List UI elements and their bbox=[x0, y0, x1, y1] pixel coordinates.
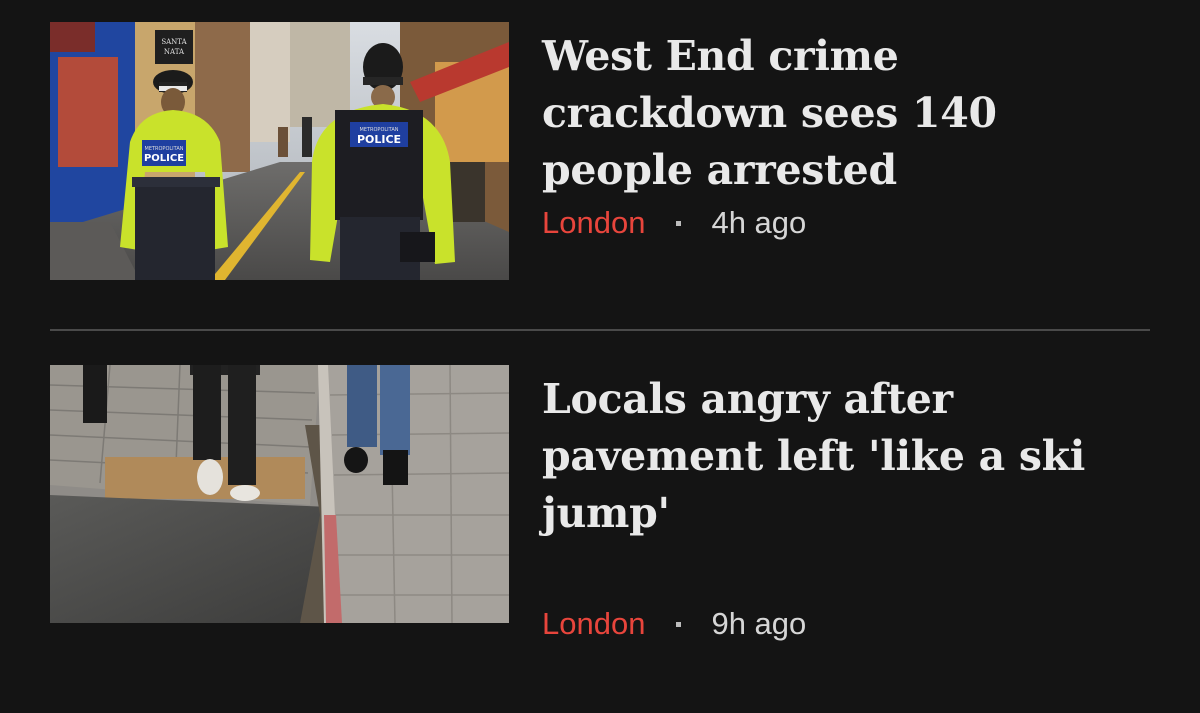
story-thumbnail-pavement[interactable] bbox=[50, 365, 509, 623]
news-feed: SANTA NATA METROPOLITAN POLICE METROPOLI… bbox=[0, 0, 1200, 713]
story-card-west-end-crackdown[interactable]: SANTA NATA METROPOLITAN POLICE METROPOLI… bbox=[50, 22, 1150, 282]
story-divider bbox=[50, 329, 1150, 331]
story-headline[interactable]: West End crime crackdown sees 140 people… bbox=[542, 28, 1152, 199]
pavement-photo bbox=[50, 365, 509, 623]
story-card-pavement-ski-jump[interactable]: Locals angry after pavement left 'like a… bbox=[50, 365, 1152, 641]
meta-separator-dot bbox=[676, 220, 682, 226]
story-meta: London 4h ago bbox=[542, 205, 806, 241]
svg-text:METROPOLITAN: METROPOLITAN bbox=[145, 146, 184, 152]
story-headline[interactable]: Locals angry after pavement left 'like a… bbox=[542, 371, 1152, 542]
svg-text:POLICE: POLICE bbox=[144, 153, 184, 164]
svg-text:NATA: NATA bbox=[164, 48, 185, 56]
story-topic-link[interactable]: London bbox=[542, 205, 645, 241]
story-timestamp: 9h ago bbox=[711, 606, 807, 641]
police-street-photo: SANTA NATA METROPOLITAN POLICE METROPOLI… bbox=[50, 22, 509, 280]
svg-text:SANTA: SANTA bbox=[161, 38, 187, 46]
story-timestamp: 4h ago bbox=[711, 205, 807, 240]
svg-text:POLICE: POLICE bbox=[357, 133, 401, 146]
story-meta: London 9h ago bbox=[542, 606, 806, 642]
story-thumbnail-police[interactable]: SANTA NATA METROPOLITAN POLICE METROPOLI… bbox=[50, 22, 509, 280]
story-topic-link[interactable]: London bbox=[542, 606, 645, 642]
meta-separator-dot bbox=[676, 621, 682, 627]
